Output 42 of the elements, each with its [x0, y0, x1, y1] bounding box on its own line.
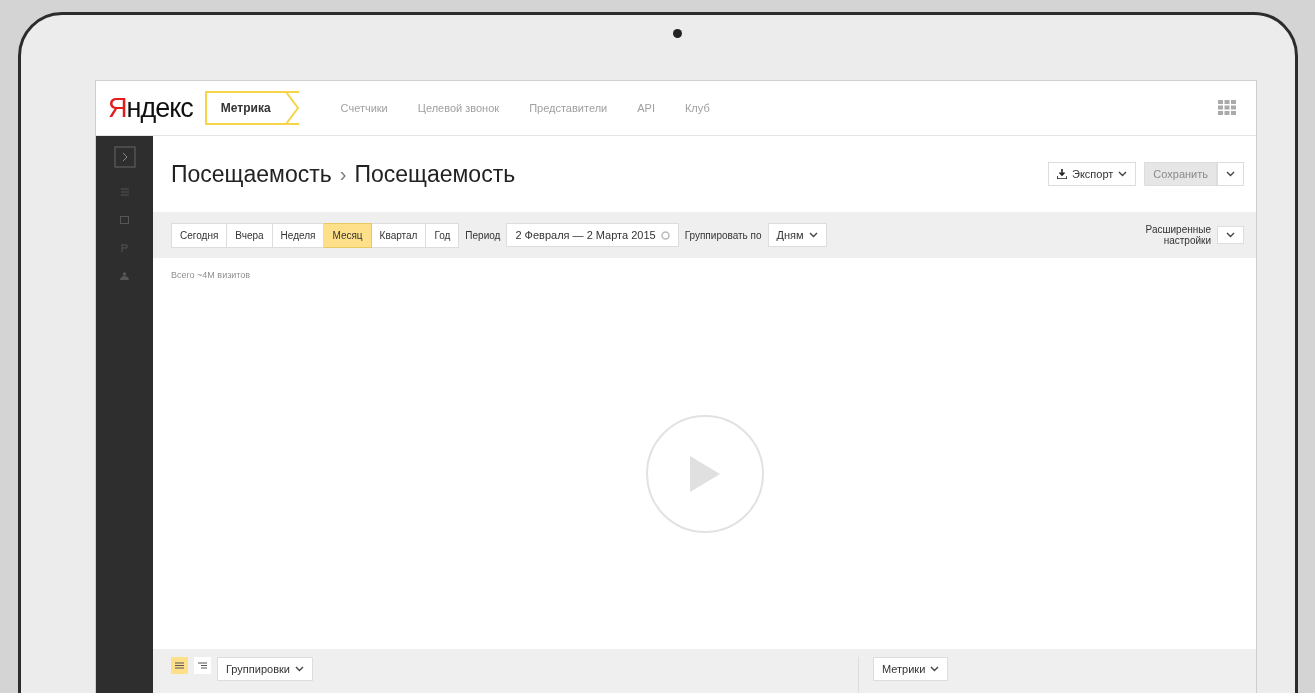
logo[interactable]: Яндекс	[108, 92, 193, 124]
period-tab[interactable]: Год	[426, 222, 460, 248]
chevron-icon	[1226, 171, 1235, 177]
visits-summary: Всего ~4М визитов	[171, 270, 251, 280]
date-range-field[interactable]: 2 Февраля — 2 Марта 2015	[506, 223, 679, 247]
period-tab[interactable]: Месяц	[324, 222, 372, 248]
product-label[interactable]: Метрика	[204, 91, 299, 125]
breadcrumb-separator: ›	[339, 162, 347, 186]
period-tab[interactable]: Неделя	[272, 222, 325, 248]
period-tab[interactable]: Вчера	[227, 222, 273, 248]
advanced-settings-label[interactable]: Расширенные настройки	[1141, 224, 1211, 246]
list-view-button[interactable]	[171, 657, 188, 674]
label-arrow-icon	[284, 91, 299, 125]
advanced-settings-button[interactable]	[1217, 226, 1244, 244]
people-icon[interactable]	[120, 272, 129, 280]
chevron-icon	[1226, 232, 1235, 238]
period-label: Период	[465, 229, 501, 241]
flag-icon[interactable]	[120, 244, 129, 252]
group-by-label: Группировать по	[684, 229, 762, 241]
chevron-icon	[294, 666, 304, 672]
groupings-dropdown[interactable]: Группировки	[217, 657, 313, 681]
download-icon	[1057, 169, 1067, 179]
save-menu-button[interactable]	[1217, 162, 1244, 186]
export-button[interactable]: Экспорт	[1048, 162, 1137, 186]
chevron-icon	[1118, 171, 1128, 177]
play-icon	[689, 455, 720, 492]
tree-icon	[198, 662, 207, 669]
expand-icon[interactable]	[113, 146, 136, 168]
play-button[interactable]	[645, 414, 764, 533]
metrics-dropdown[interactable]: Метрики	[873, 657, 949, 681]
period-tab[interactable]: Сегодня	[171, 222, 228, 248]
breadcrumb-link[interactable]: Посещаемость	[171, 160, 332, 188]
list-icon	[175, 662, 184, 669]
calendar-icon	[660, 230, 670, 240]
page-title: Посещаемость	[354, 160, 516, 188]
tree-view-button[interactable]	[194, 657, 211, 674]
camera-icon	[673, 29, 682, 38]
grid-icon[interactable]	[1218, 100, 1236, 116]
period-tab[interactable]: Квартал	[371, 222, 427, 248]
chevron-icon	[808, 232, 818, 238]
chevron-icon	[930, 666, 940, 672]
group-by-dropdown[interactable]: Дням	[767, 223, 827, 247]
